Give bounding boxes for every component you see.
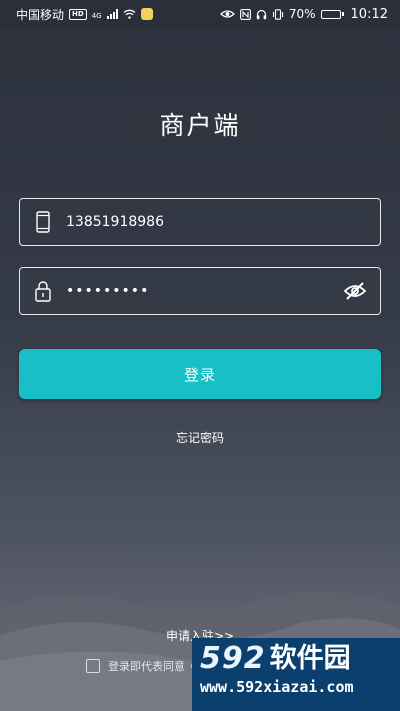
phone-field[interactable]	[19, 198, 381, 246]
watermark-url: www.592xiazai.com	[200, 678, 354, 696]
password-input[interactable]	[66, 276, 342, 306]
watermark-name: 软件园	[269, 643, 351, 674]
phone-icon	[34, 210, 52, 234]
signal-icon	[106, 9, 118, 19]
nfc-icon	[239, 8, 251, 20]
agree-checkbox[interactable]	[86, 659, 100, 673]
status-left: 中国移动 HD 4G	[16, 6, 153, 23]
vibrate-icon	[272, 8, 283, 20]
phone-input[interactable]	[66, 207, 380, 237]
network-type: 4G	[91, 11, 102, 20]
status-bar: 中国移动 HD 4G 70% 10:12	[0, 0, 400, 28]
agreement-row: 登录即代表同意《	[86, 658, 196, 674]
carrier-name: 中国移动	[16, 7, 65, 22]
lock-icon	[34, 279, 52, 303]
hide-password-icon[interactable]	[342, 279, 368, 303]
password-field[interactable]	[19, 267, 381, 315]
login-screen: 中国移动 HD 4G 70% 10:12 商户端 13851918986 •••…	[0, 0, 400, 711]
forgot-password-link[interactable]: 忘记密码	[0, 429, 400, 446]
app-notice-icon	[140, 8, 153, 20]
wifi-icon	[123, 9, 136, 19]
watermark-brand: 592 软件园	[200, 642, 394, 676]
page-title: 商户端	[159, 111, 241, 140]
status-right: 70% 10:12	[219, 6, 388, 22]
battery-icon	[320, 9, 344, 19]
site-watermark: 592 软件园 www.592xiazai.com	[192, 638, 400, 711]
login-button[interactable]: 登录	[19, 349, 381, 399]
hd-badge: HD	[69, 8, 87, 20]
battery-percent: 70%	[288, 7, 316, 21]
agreement-text: 登录即代表同意《	[108, 660, 196, 673]
eye-icon	[219, 10, 235, 18]
headset-icon	[256, 9, 267, 19]
watermark-number: 592	[200, 641, 266, 676]
status-time: 10:12	[350, 6, 388, 22]
